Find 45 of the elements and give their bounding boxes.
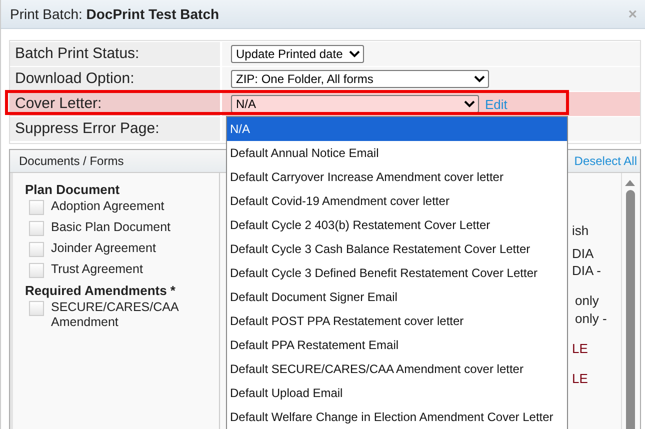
- dropdown-option[interactable]: Default SECURE/CARES/CAA Amendment cover letter: [227, 357, 567, 381]
- dropdown-select[interactable]: Update Printed date: [231, 45, 364, 63]
- dropdown-option[interactable]: Default Document Signer Email: [227, 285, 567, 309]
- checkbox-label: Basic Plan Document: [51, 220, 172, 235]
- dialog-title: Print Batch: DocPrint Test Batch: [10, 6, 220, 22]
- checkbox-label: Joinder Agreement: [51, 241, 157, 256]
- group-heading: Required Amendments *: [25, 283, 176, 298]
- dropdown-option[interactable]: Default Welfare Change in Election Amendment Cover Letter: [227, 405, 567, 429]
- dropdown-option[interactable]: Default Upload Email: [227, 381, 567, 405]
- checkbox[interactable]: [29, 200, 44, 215]
- group-heading: Plan Document: [25, 182, 121, 197]
- checkbox[interactable]: [29, 263, 44, 278]
- scroll-up-icon[interactable]: [625, 179, 635, 186]
- checkbox[interactable]: [29, 242, 44, 257]
- dropdown-select[interactable]: N/A: [231, 95, 479, 113]
- checkbox-label: Trust Agreement: [51, 262, 144, 277]
- scrollbar[interactable]: [621, 173, 638, 429]
- chevron-down-icon: [474, 75, 485, 83]
- dropdown-option[interactable]: Default Cycle 3 Cash Balance Restatement Cover Letter: [227, 237, 567, 261]
- form-text: DIA -: [572, 263, 601, 278]
- chevron-down-icon: [464, 100, 475, 108]
- field-label: Download Option:: [10, 67, 220, 91]
- checkbox-label: SECURE/CARES/CAA Amendment: [51, 300, 180, 330]
- panel-title: Documents / Forms: [19, 154, 124, 168]
- form-text: only -: [574, 311, 607, 326]
- dropdown-option[interactable]: Default PPA Restatement Email: [227, 333, 567, 357]
- form-text: ish: [572, 223, 589, 238]
- dropdown-option[interactable]: Default Cycle 2 403(b) Restatement Cover Letter: [227, 213, 567, 237]
- dropdown-option[interactable]: Default POST PPA Restatement cover letter: [227, 309, 567, 333]
- dropdown-option[interactable]: Default Covid-19 Amendment cover letter: [227, 189, 567, 213]
- dropdown-option[interactable]: N/A: [227, 117, 567, 141]
- form-text: LE: [572, 371, 588, 386]
- checkbox[interactable]: [29, 221, 44, 236]
- form-text: LE: [572, 341, 588, 356]
- checkbox[interactable]: [29, 301, 44, 316]
- field-label: Batch Print Status:: [10, 42, 220, 66]
- dropdown-option[interactable]: Default Annual Notice Email: [227, 141, 567, 165]
- form-text: only: [574, 293, 599, 308]
- form-text: DIA: [572, 246, 594, 261]
- checkbox-label: Adoption Agreement: [51, 199, 166, 214]
- field-label: Suppress Error Page:: [10, 117, 220, 141]
- chevron-down-icon: [349, 50, 360, 58]
- dropdown-select[interactable]: ZIP: One Folder, All forms: [231, 70, 489, 88]
- dropdown-option[interactable]: Default Carryover Increase Amendment cover letter: [227, 165, 567, 189]
- dropdown-option[interactable]: Default Cycle 3 Defined Benefit Restatement Cover Letter: [227, 261, 567, 285]
